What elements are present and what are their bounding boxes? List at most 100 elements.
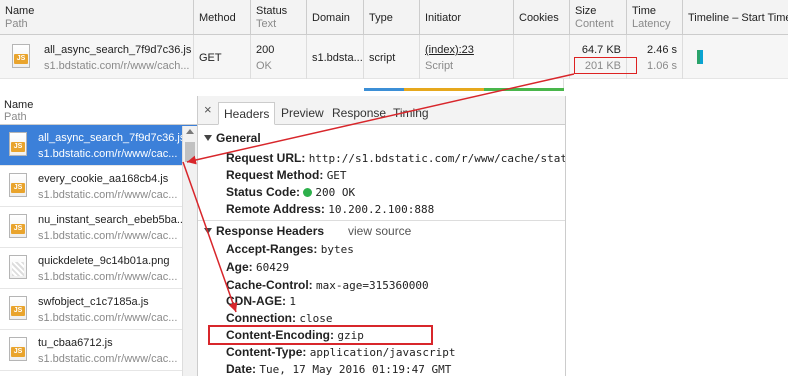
col-header-initiator[interactable]: Initiator: [420, 0, 514, 35]
detail-tabbar: × Headers Preview Response Timing: [198, 96, 565, 125]
scroll-up-arrow-icon[interactable]: [186, 129, 194, 134]
list-item[interactable]: JS tu_cbaa6712.js s1.bdstatic.com/r/www/…: [0, 330, 197, 371]
col-header-timeline-label: Timeline – Start Time: [688, 12, 788, 24]
row-latency: 1.06 s: [647, 60, 677, 72]
header-key: Accept-Ranges:: [226, 242, 318, 256]
col-header-status-label: Status: [256, 5, 288, 17]
cell-name[interactable]: JS all_async_search_7f9d7c36.js s1.bdsta…: [0, 35, 194, 79]
tab-headers[interactable]: Headers: [218, 102, 276, 125]
cell-cookies: [514, 35, 570, 79]
col-header-time[interactable]: Time Latency: [627, 0, 683, 35]
col-header-text-label: Text: [256, 18, 277, 30]
row-status: 200: [256, 44, 275, 56]
list-scrollbar[interactable]: [182, 126, 197, 376]
general-section-toggle[interactable]: General: [204, 131, 261, 145]
timeline-waterfall-bar[interactable]: [697, 50, 703, 64]
cell-type: script: [364, 35, 420, 79]
row-file-path: s1.bdstatic.com/r/www/cach...: [44, 60, 190, 72]
col-header-initiator-label: Initiator: [425, 12, 462, 24]
col-header-size-label: Size: [575, 5, 597, 17]
col-header-size[interactable]: Size Content: [570, 0, 627, 35]
header-value: 60429: [256, 261, 290, 274]
close-icon[interactable]: ×: [204, 103, 212, 116]
general-row: Status Code: 200 OK: [226, 185, 355, 200]
response-header-row: Age: 60429: [226, 260, 289, 275]
header-key: Connection:: [226, 311, 296, 325]
request-detail-panel: × Headers Preview Response Timing Genera…: [198, 96, 566, 376]
header-value: http://s1.bdstatic.com/r/www/cache/stat: [308, 152, 566, 165]
request-list: Name Path JS all_async_search_7f9d7c36.j…: [0, 96, 198, 376]
col-header-method[interactable]: Method: [194, 0, 251, 35]
header-value: max-age=315360000: [316, 279, 429, 292]
list-item-name: all_async_search_7f9d7c36.js: [38, 132, 186, 144]
col-header-cookies[interactable]: Cookies: [514, 0, 570, 35]
annotation-encoding-highlight: [208, 325, 433, 345]
cell-domain: s1.bdsta...: [307, 35, 364, 79]
col-header-content-label: Content: [575, 18, 614, 30]
list-item[interactable]: JS swfobject_c1c7185a.js s1.bdstatic.com…: [0, 289, 197, 330]
col-header-domain-label: Domain: [312, 12, 350, 24]
cell-initiator: (index):23 Script: [420, 35, 514, 79]
overview-timeline-strip: [364, 88, 564, 91]
response-headers-toggle[interactable]: Response Headers: [204, 224, 324, 238]
tab-preview[interactable]: Preview: [276, 102, 329, 125]
header-value: 1: [289, 295, 296, 308]
js-file-icon: JS: [9, 337, 27, 361]
list-item-path: s1.bdstatic.com/r/www/cac...: [38, 312, 178, 324]
list-item[interactable]: quickdelete_9c14b01a.png s1.bdstatic.com…: [0, 248, 197, 289]
header-value: Tue, 17 May 2016 01:19:47 GMT: [259, 363, 452, 376]
header-key: Status Code:: [226, 185, 301, 199]
request-list-header[interactable]: Name Path: [0, 96, 197, 125]
list-item[interactable]: JS nu_instant_search_ebeb5ba... s1.bdsta…: [0, 207, 197, 248]
image-file-icon: [9, 255, 27, 279]
list-item-name: every_cookie_aa168cb4.js: [38, 173, 169, 185]
col-header-timeline[interactable]: Timeline – Start Time: [683, 0, 788, 35]
header-key: Request URL:: [226, 151, 306, 165]
tab-response[interactable]: Response: [327, 102, 391, 125]
header-key: CDN-AGE:: [226, 294, 286, 308]
js-file-icon: JS: [9, 296, 27, 320]
header-key: Cache-Control:: [226, 278, 313, 292]
list-item[interactable]: JS every_cookie_aa168cb4.js s1.bdstatic.…: [0, 166, 197, 207]
js-file-icon: JS: [9, 173, 27, 197]
list-item-path: s1.bdstatic.com/r/www/cac...: [38, 271, 178, 283]
list-item-name: nu_instant_search_ebeb5ba...: [38, 214, 187, 226]
cell-method: GET: [194, 35, 251, 79]
list-header-path: Path: [4, 111, 27, 123]
row-initiator-link[interactable]: (index):23: [425, 44, 474, 56]
general-row: Request Method: GET: [226, 168, 347, 183]
col-header-name[interactable]: Name Path: [0, 0, 194, 35]
js-file-icon: JS: [9, 214, 27, 238]
list-item-path: s1.bdstatic.com/r/www/cac...: [38, 148, 178, 160]
row-file-name: all_async_search_7f9d7c36.js: [44, 44, 192, 56]
expand-triangle-icon: [204, 135, 212, 141]
col-header-domain[interactable]: Domain: [307, 0, 364, 35]
scrollbar-thumb[interactable]: [185, 142, 195, 162]
col-header-cookies-label: Cookies: [519, 12, 559, 24]
response-headers-title: Response Headers: [216, 224, 325, 238]
network-table: Name Path Method Status Text Domain Type…: [0, 0, 788, 91]
row-initiator-type: Script: [425, 60, 454, 72]
js-file-icon: JS: [12, 44, 30, 68]
general-row: Remote Address: 10.200.2.100:888: [226, 202, 434, 217]
list-header-name: Name: [4, 99, 34, 111]
col-header-latency-label: Latency: [632, 18, 671, 30]
row-domain: s1.bdsta...: [312, 52, 363, 64]
header-value: application/javascript: [309, 346, 456, 359]
general-row: Request URL: http://s1.bdstatic.com/r/ww…: [226, 151, 566, 166]
list-item[interactable]: JS all_async_search_7f9d7c36.js s1.bdsta…: [0, 125, 197, 166]
header-value: bytes: [320, 243, 354, 256]
row-size: 64.7 KB: [581, 44, 621, 56]
section-divider: [198, 220, 565, 221]
col-header-type[interactable]: Type: [364, 0, 420, 35]
row-time: 2.46 s: [647, 44, 677, 56]
col-header-method-label: Method: [199, 12, 236, 24]
response-header-row: Connection: close: [226, 311, 332, 326]
annotation-size-highlight: [574, 57, 637, 74]
expand-triangle-icon: [204, 228, 212, 234]
view-source-link[interactable]: view source: [348, 224, 411, 238]
list-item-path: s1.bdstatic.com/r/www/cac...: [38, 230, 178, 242]
col-header-status[interactable]: Status Text: [251, 0, 307, 35]
tab-timing[interactable]: Timing: [388, 102, 434, 125]
row-type: script: [369, 52, 396, 64]
